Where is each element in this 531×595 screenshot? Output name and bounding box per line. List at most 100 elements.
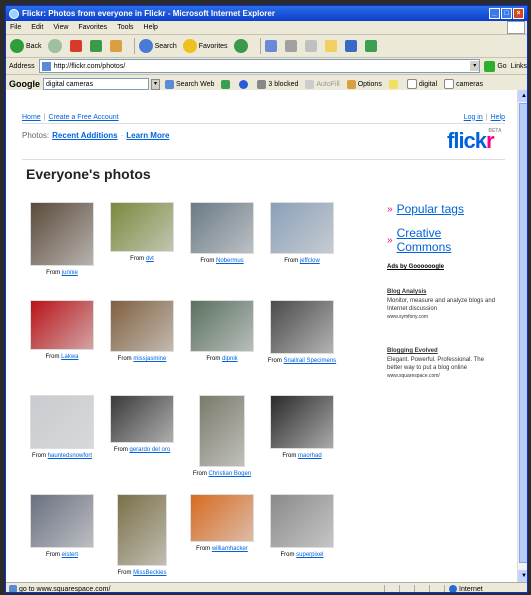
photo-thumbnail[interactable] — [30, 395, 94, 449]
ad-title[interactable]: Blogging Evolved — [387, 347, 497, 355]
favorites-button[interactable]: Favorites — [182, 39, 228, 53]
photo-thumbnail[interactable] — [117, 494, 167, 566]
refresh-button[interactable] — [89, 40, 104, 52]
home-link[interactable]: Home — [22, 114, 41, 121]
menu-edit[interactable]: Edit — [31, 24, 43, 31]
google-search-input[interactable]: digital cameras — [43, 78, 149, 90]
folder-button[interactable] — [324, 40, 339, 52]
from-label: From — [130, 256, 145, 262]
photo-item: From jeffclow — [263, 202, 341, 265]
help-link[interactable]: Help — [491, 114, 505, 121]
search-web-button[interactable]: Search Web — [165, 79, 214, 89]
highlight-button[interactable] — [388, 79, 400, 89]
photo-owner-link[interactable]: junnie — [62, 270, 78, 276]
photo-item: From Christian Bogen — [183, 395, 261, 478]
scroll-thumb[interactable] — [519, 103, 527, 563]
photo-owner-link[interactable]: superpixel — [296, 552, 323, 558]
info-button[interactable] — [239, 79, 250, 89]
learn-more-link[interactable]: Learn More — [126, 131, 169, 140]
popular-tags-link[interactable]: Popular tags — [397, 202, 464, 216]
photo-thumbnail[interactable] — [30, 494, 94, 548]
photo-owner-link[interactable]: missjasmine — [133, 356, 166, 362]
photo-thumbnail[interactable] — [190, 202, 254, 254]
photo-owner-link[interactable]: dipnik — [222, 356, 238, 362]
address-input[interactable]: http://flickr.com/photos/ ▾ — [38, 59, 481, 73]
photos-label: Photos: — [22, 131, 50, 140]
options-button[interactable]: Options — [346, 79, 382, 89]
toolbar-separator — [133, 38, 135, 54]
forward-button[interactable] — [47, 39, 64, 53]
photo-item: From MissBeckies — [103, 494, 181, 577]
menu-help[interactable]: Help — [144, 24, 158, 31]
photo-thumbnail[interactable] — [270, 300, 334, 354]
status-bar: go to www.squarespace.com/ Internet — [6, 582, 527, 592]
pagerank-button[interactable] — [221, 79, 232, 89]
menu-tools[interactable]: Tools — [117, 24, 133, 31]
photo-owner-link[interactable]: gerardo del oro — [129, 447, 170, 453]
mail-button[interactable] — [264, 40, 279, 52]
stop-button[interactable] — [69, 40, 84, 52]
back-button[interactable]: Back — [10, 39, 42, 53]
print-button[interactable] — [284, 40, 299, 52]
address-dropdown-icon[interactable]: ▾ — [470, 61, 480, 71]
photo-owner-link[interactable]: MissBeckies — [133, 570, 166, 576]
google-search-dropdown[interactable]: ▾ — [151, 78, 160, 90]
research-button[interactable] — [364, 40, 379, 52]
photo-owner-link[interactable]: dvt — [146, 256, 154, 262]
login-link[interactable]: Log in — [464, 114, 483, 121]
popup-blocker-button[interactable]: 3 blocked — [257, 79, 298, 89]
scroll-down-icon[interactable]: ▼ — [518, 570, 527, 582]
photo-owner-link[interactable]: williamhacker — [212, 546, 248, 552]
photo-thumbnail[interactable] — [110, 202, 174, 252]
minimize-button[interactable]: _ — [489, 8, 500, 19]
edit-button[interactable] — [304, 40, 319, 52]
links-button[interactable]: Links — [511, 63, 527, 70]
go-button[interactable]: Go — [484, 60, 507, 72]
photo-item: From hauntedsnowfort — [23, 395, 101, 460]
photo-caption: From jeffclow — [263, 257, 341, 265]
search-term-digital[interactable]: digital — [406, 79, 437, 89]
photo-owner-link[interactable]: eistert — [62, 552, 78, 558]
photo-thumbnail[interactable] — [270, 202, 334, 254]
photo-owner-link[interactable]: Nobermus — [216, 258, 244, 264]
photo-thumbnail[interactable] — [190, 300, 254, 352]
ad-blogging-evolved[interactable]: Blogging Evolved Elegant. Powerful. Prof… — [387, 347, 497, 380]
close-button[interactable]: × — [513, 8, 524, 19]
home-button[interactable] — [109, 40, 124, 52]
photo-thumbnail[interactable] — [270, 395, 334, 449]
creative-commons-link[interactable]: Creative Commons — [397, 226, 497, 254]
photo-owner-link[interactable]: Christian Bogen — [208, 471, 251, 477]
search-term-cameras[interactable]: cameras — [444, 79, 483, 89]
ad-blog-analysis[interactable]: Blog Analysis Monitor, measure and analy… — [387, 288, 497, 321]
photo-owner-link[interactable]: jeffclow — [300, 258, 320, 264]
photo-owner-link[interactable]: Lakwa — [61, 354, 78, 360]
vertical-scrollbar[interactable]: ▲ ▼ — [517, 90, 527, 582]
photo-owner-link[interactable]: Snailrail Specimens — [283, 358, 336, 364]
history-button[interactable] — [233, 39, 250, 53]
photo-caption: From missjasmine — [103, 355, 181, 363]
search-button[interactable]: Search — [138, 39, 177, 53]
photo-thumbnail[interactable] — [190, 494, 254, 542]
messenger-button[interactable] — [344, 40, 359, 52]
autofill-button[interactable]: AutoFill — [305, 79, 340, 89]
maximize-button[interactable]: □ — [501, 8, 512, 19]
ads-by-google[interactable]: Ads by Goooooogle — [387, 264, 497, 270]
menu-view[interactable]: View — [53, 24, 68, 31]
photo-thumbnail[interactable] — [30, 202, 94, 266]
photo-thumbnail[interactable] — [30, 300, 94, 350]
menu-file[interactable]: File — [10, 24, 21, 31]
photo-thumbnail[interactable] — [270, 494, 334, 548]
ad-title[interactable]: Blog Analysis — [387, 288, 497, 296]
photo-thumbnail[interactable] — [199, 395, 245, 467]
create-account-link[interactable]: Create a Free Account — [49, 114, 119, 121]
photo-owner-link[interactable]: hauntedsnowfort — [48, 453, 92, 459]
photo-owner-link[interactable]: maorhad — [298, 453, 322, 459]
photo-thumbnail[interactable] — [110, 300, 174, 352]
edit-icon — [304, 40, 317, 52]
scroll-up-icon[interactable]: ▲ — [518, 90, 527, 102]
photo-thumbnail[interactable] — [110, 395, 174, 443]
recent-additions-link[interactable]: Recent Additions — [52, 131, 117, 140]
flickr-logo[interactable]: flickr BETA — [447, 128, 502, 154]
google-logo[interactable]: Google — [9, 79, 40, 89]
menu-favorites[interactable]: Favorites — [78, 24, 107, 31]
